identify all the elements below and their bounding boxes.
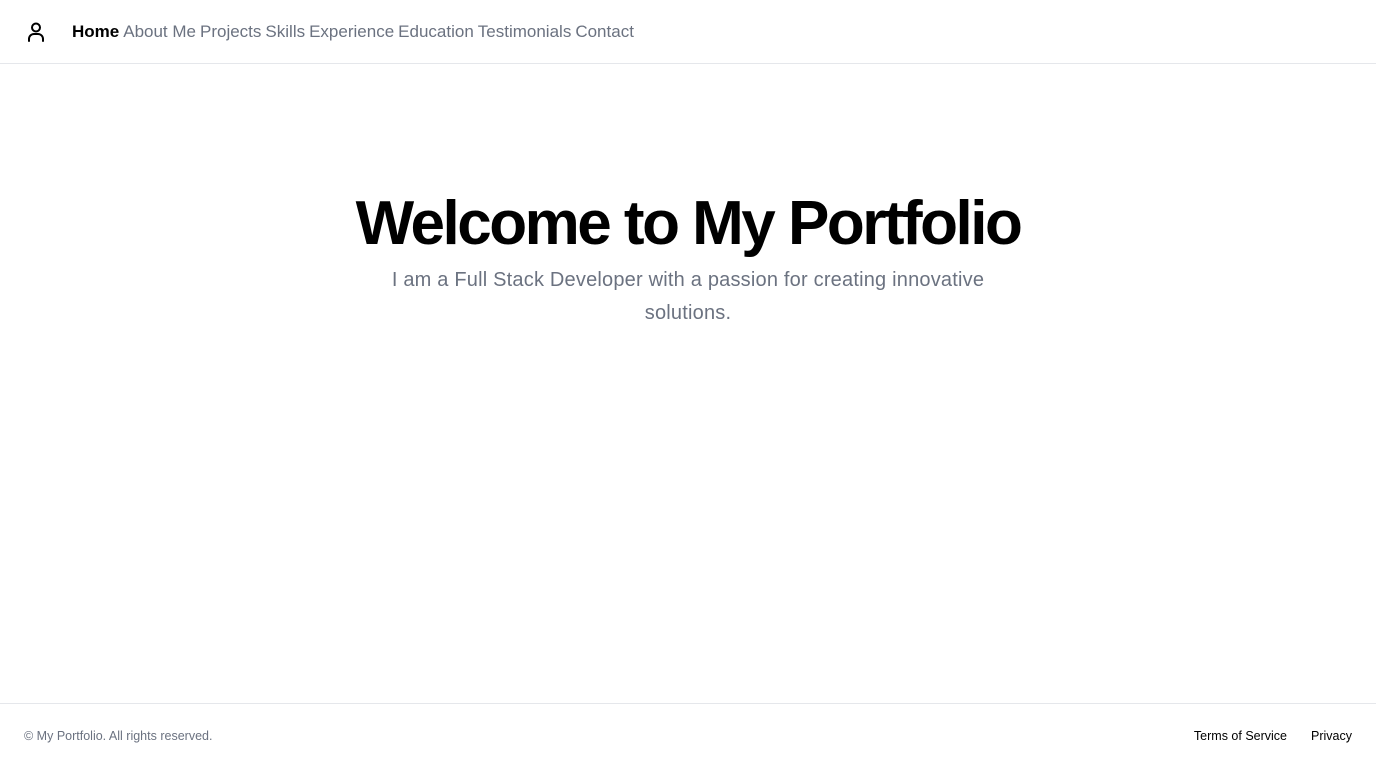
copyright-text: © My Portfolio. All rights reserved. xyxy=(24,729,213,743)
footer-links: Terms of Service Privacy xyxy=(1194,728,1352,744)
hero-subtitle: I am a Full Stack Developer with a passi… xyxy=(391,269,985,324)
nav-link-testimonials[interactable]: Testimonials xyxy=(478,20,572,44)
hero-title: Welcome to My Portfolio xyxy=(355,189,1023,258)
nav-link-experience[interactable]: Experience xyxy=(309,20,394,44)
nav-link-home[interactable]: Home xyxy=(72,20,119,44)
privacy-link[interactable]: Privacy xyxy=(1311,728,1352,744)
main-nav: Home About Me Projects Skills Experience… xyxy=(72,20,634,44)
nav-link-education[interactable]: Education xyxy=(398,20,474,44)
user-icon[interactable] xyxy=(24,20,48,44)
site-header: Home About Me Projects Skills Experience… xyxy=(0,0,1376,64)
page: Home About Me Projects Skills Experience… xyxy=(0,0,1376,768)
terms-of-service-link[interactable]: Terms of Service xyxy=(1194,728,1287,744)
nav-link-projects[interactable]: Projects xyxy=(200,20,261,44)
nav-link-contact[interactable]: Contact xyxy=(575,20,634,44)
hero-section: Welcome to My Portfolio I am a Full Stac… xyxy=(0,186,1376,330)
nav-link-skills[interactable]: Skills xyxy=(265,20,305,44)
site-footer: © My Portfolio. All rights reserved. Ter… xyxy=(0,703,1376,768)
nav-link-about-me[interactable]: About Me xyxy=(123,20,196,44)
